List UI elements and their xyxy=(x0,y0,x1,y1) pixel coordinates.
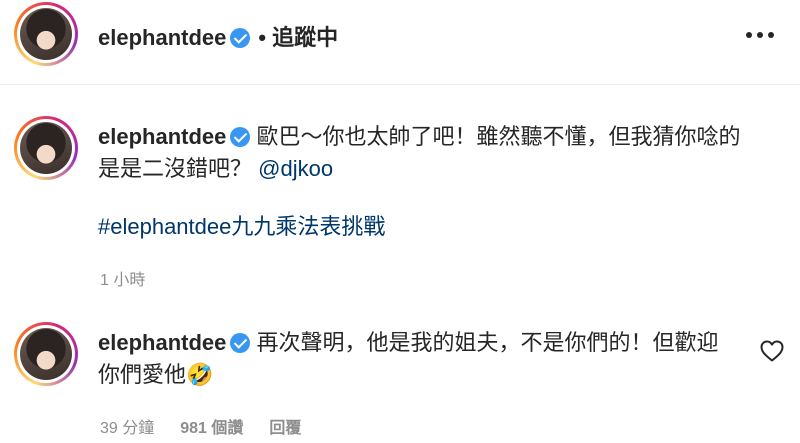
header-line: elephantdee • 追蹤中 xyxy=(98,20,338,52)
comment-avatar[interactable] xyxy=(14,322,78,386)
verified-badge-icon xyxy=(230,28,251,48)
heart-icon[interactable] xyxy=(760,340,784,362)
like-count[interactable]: 981 個讚 xyxy=(180,420,243,437)
post-header: elephantdee • 追蹤中 xyxy=(0,0,800,76)
comment-username[interactable]: elephantdee xyxy=(98,330,226,355)
verified-badge-icon xyxy=(230,127,251,147)
avatar[interactable] xyxy=(14,2,78,66)
comment-timestamp: 39 分鐘 xyxy=(100,420,155,437)
follow-status-button[interactable]: 追蹤中 xyxy=(272,25,338,50)
comment-body: elephantdee 再次聲明，他是我的姐夫，不是你們的！但歡迎你們愛他🤣 xyxy=(98,327,728,391)
caption-meta: 1 小時 xyxy=(100,266,171,290)
mention-link[interactable]: @djkoo xyxy=(258,156,333,181)
verified-badge-icon xyxy=(230,333,251,353)
hashtag-link[interactable]: #elephantdee九九乘法表挑戰 xyxy=(98,211,758,243)
profile-photo xyxy=(20,122,72,174)
divider xyxy=(0,84,800,85)
more-options-icon[interactable] xyxy=(746,32,774,38)
header-username[interactable]: elephantdee xyxy=(98,25,226,50)
profile-photo xyxy=(20,8,72,60)
reply-button[interactable]: 回覆 xyxy=(269,420,301,437)
caption-timestamp: 1 小時 xyxy=(100,272,146,289)
separator: • xyxy=(258,25,267,50)
caption-username[interactable]: elephantdee xyxy=(98,124,226,149)
profile-photo xyxy=(20,328,72,380)
caption-avatar[interactable] xyxy=(14,116,78,180)
comment-meta: 39 分鐘 981 個讚 回覆 xyxy=(100,414,327,438)
caption-body: elephantdee 歐巴～你也太帥了吧！雖然聽不懂，但我猜你唸的是是二沒錯吧… xyxy=(98,121,758,243)
